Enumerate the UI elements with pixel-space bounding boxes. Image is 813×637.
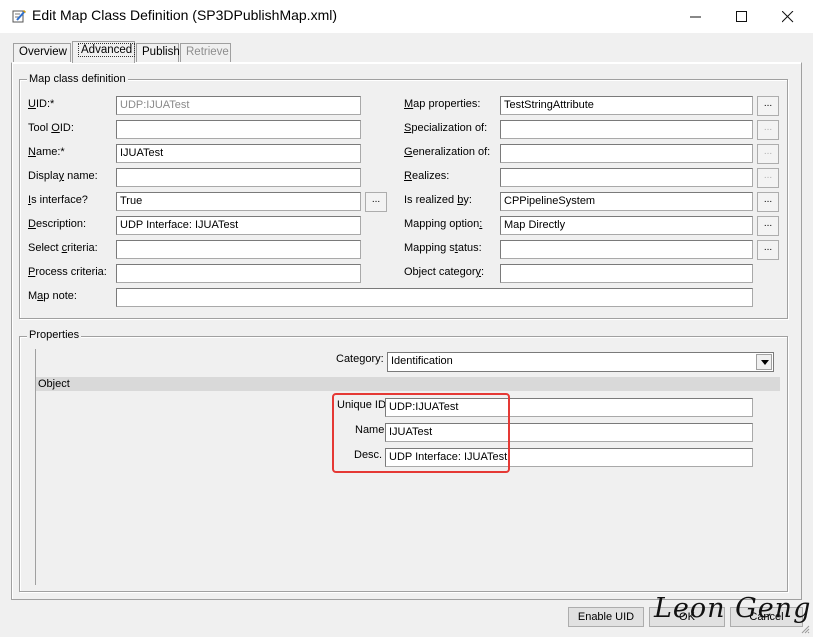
- is-realized-by-browse-button[interactable]: ...: [757, 192, 779, 212]
- specialization-of-field[interactable]: [500, 120, 753, 139]
- signature-watermark: Leon Geng: [654, 593, 812, 624]
- chevron-down-icon[interactable]: [756, 354, 772, 370]
- is-interface-field[interactable]: True: [116, 192, 361, 211]
- enable-uid-button[interactable]: Enable UID: [568, 607, 644, 627]
- map-properties-field[interactable]: TestStringAttribute: [500, 96, 753, 115]
- is-interface-label: Is interface?: [28, 194, 88, 206]
- generalization-of-label: Generalization of:: [404, 146, 491, 158]
- category-dropdown[interactable]: Identification: [387, 352, 774, 372]
- minimize-button[interactable]: [673, 0, 719, 33]
- object-section-header: Object: [36, 377, 780, 391]
- highlight-annotation-box: [332, 393, 510, 473]
- category-label: Category:: [336, 353, 384, 365]
- map-properties-browse-button[interactable]: ...: [757, 96, 779, 116]
- generalization-of-field[interactable]: [500, 144, 753, 163]
- generalization-browse-button: ...: [757, 144, 779, 164]
- mapping-option-browse-button[interactable]: ...: [757, 216, 779, 236]
- mapping-status-field[interactable]: [500, 240, 753, 259]
- description-label: Description:: [28, 218, 87, 230]
- tab-overview[interactable]: Overview: [13, 43, 71, 62]
- map-note-field[interactable]: [116, 288, 753, 307]
- window-title: Edit Map Class Definition (SP3DPublishMa…: [32, 7, 337, 23]
- is-interface-browse-button[interactable]: ...: [365, 192, 387, 212]
- mapping-option-label: Mapping option:: [404, 218, 483, 230]
- edit-document-icon: [12, 10, 26, 23]
- close-icon: [782, 10, 794, 22]
- specialization-browse-button: ...: [757, 120, 779, 140]
- tab-publish[interactable]: Publish: [136, 43, 180, 62]
- tab-advanced[interactable]: Advanced: [72, 41, 136, 63]
- name-field[interactable]: IJUATest: [116, 144, 361, 163]
- object-category-label: Object category:: [404, 266, 485, 278]
- maximize-icon: [736, 10, 747, 22]
- display-name-label: Display name:: [28, 170, 98, 182]
- category-value: Identification: [391, 355, 453, 367]
- realizes-label: Realizes:: [404, 170, 450, 182]
- is-realized-by-label: Is realized by:: [404, 194, 472, 206]
- description-field[interactable]: UDP Interface: IJUATest: [116, 216, 361, 235]
- map-note-label: Map note:: [28, 290, 77, 302]
- mapping-status-browse-button[interactable]: ...: [757, 240, 779, 260]
- select-criteria-field[interactable]: [116, 240, 361, 259]
- group-title-properties: Properties: [27, 329, 82, 341]
- group-title-map-class: Map class definition: [27, 73, 128, 85]
- close-button[interactable]: [765, 0, 811, 33]
- specialization-of-label: Specialization of:: [404, 122, 488, 134]
- tool-oid-label: Tool OID:: [28, 122, 74, 134]
- mapping-status-label: Mapping status:: [404, 242, 482, 254]
- process-criteria-field[interactable]: [116, 264, 361, 283]
- is-realized-by-field[interactable]: CPPipelineSystem: [500, 192, 753, 211]
- uid-label: UID:*: [28, 98, 55, 110]
- select-criteria-label: Select criteria:: [28, 242, 98, 254]
- minimize-icon: [690, 16, 701, 17]
- uid-field[interactable]: UDP:IJUATest: [116, 96, 361, 115]
- realizes-browse-button: ...: [757, 168, 779, 188]
- realizes-field[interactable]: [500, 168, 753, 187]
- resize-grip-icon[interactable]: [800, 624, 810, 634]
- tool-oid-field[interactable]: [116, 120, 361, 139]
- maximize-button[interactable]: [719, 0, 765, 33]
- name-label: Name:*: [28, 146, 65, 158]
- mapping-option-field[interactable]: Map Directly: [500, 216, 753, 235]
- display-name-field[interactable]: [116, 168, 361, 187]
- process-criteria-label: Process criteria:: [28, 266, 107, 278]
- tab-retrieve: Retrieve: [180, 43, 231, 62]
- map-properties-label: Map properties:: [404, 98, 481, 110]
- object-category-field[interactable]: [500, 264, 753, 283]
